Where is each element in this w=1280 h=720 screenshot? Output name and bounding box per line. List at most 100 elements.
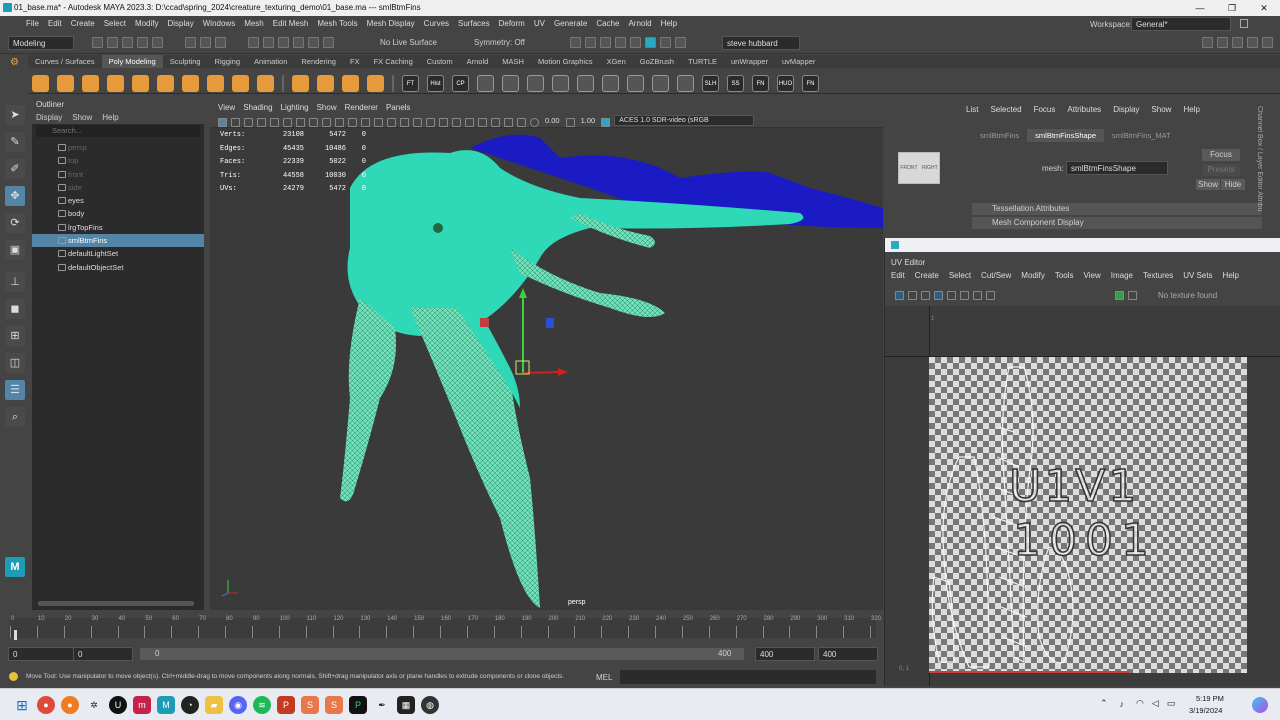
menu-create[interactable]: Create bbox=[71, 16, 95, 32]
vp-menu-panels[interactable]: Panels bbox=[386, 102, 410, 113]
lasso-tool-icon[interactable]: ✎ bbox=[5, 132, 25, 152]
select-tool-icon[interactable]: ➤ bbox=[5, 105, 25, 125]
bookmark-icon[interactable] bbox=[244, 117, 253, 127]
shelf-huo-icon[interactable]: HUO bbox=[777, 74, 794, 92]
range-start-field-2[interactable]: 0 bbox=[73, 647, 133, 661]
attr-tab-smlbtmfinsshape[interactable]: smlBtmFinsShape bbox=[1027, 128, 1105, 142]
windows-start-icon[interactable]: ⊞ bbox=[13, 696, 31, 714]
shelf-tab-gozbrush[interactable]: GoZBrush bbox=[633, 55, 681, 68]
presets-button[interactable]: Presets bbox=[1202, 164, 1240, 176]
uv-shade-icon[interactable] bbox=[947, 291, 956, 300]
maximize-button[interactable]: ❐ bbox=[1216, 0, 1248, 16]
play-icon[interactable] bbox=[660, 37, 671, 48]
shelf-tab-poly-modeling[interactable]: Poly Modeling bbox=[101, 55, 163, 68]
perspective-viewport[interactable]: View Shading Lighting Show Renderer Pane… bbox=[210, 102, 940, 610]
menu-edit-mesh[interactable]: Edit Mesh bbox=[273, 16, 309, 32]
file-explorer-icon[interactable]: ▰ bbox=[205, 696, 223, 714]
uv-menu-uv-sets[interactable]: UV Sets bbox=[1183, 271, 1212, 280]
shelf-fn-icon[interactable]: FN bbox=[752, 74, 769, 92]
search-icon[interactable]: ⌕ bbox=[5, 407, 25, 427]
bottom-fin-2[interactable] bbox=[410, 308, 540, 608]
last-tool-icon[interactable]: ⊥ bbox=[5, 272, 25, 292]
anti-alias-icon[interactable] bbox=[478, 117, 487, 127]
substance-sampler-icon[interactable]: S bbox=[325, 696, 343, 714]
outliner-item-defaultobjectset[interactable]: defaultObjectSet bbox=[32, 261, 204, 274]
shelf-tool-icon[interactable] bbox=[527, 74, 544, 92]
symmetry-label[interactable]: Symmetry: Off bbox=[474, 38, 525, 47]
focus-button[interactable]: Focus bbox=[1202, 149, 1240, 161]
menu-mesh-tools[interactable]: Mesh Tools bbox=[317, 16, 357, 32]
camera-attrs-icon[interactable] bbox=[231, 117, 240, 127]
shelf-cp-icon[interactable]: CP bbox=[452, 74, 469, 92]
redo-icon[interactable] bbox=[152, 37, 163, 48]
uv-menu-edit[interactable]: Edit bbox=[891, 271, 905, 280]
shadows-icon[interactable] bbox=[439, 117, 448, 127]
uv-texture-icon[interactable] bbox=[1115, 291, 1124, 300]
paint-select-icon[interactable]: ✐ bbox=[5, 159, 25, 179]
uv-menu-image[interactable]: Image bbox=[1111, 271, 1133, 280]
creature-model[interactable]: persp bbox=[210, 128, 883, 610]
menu-modify[interactable]: Modify bbox=[135, 16, 159, 32]
cb-menu-focus[interactable]: Focus bbox=[1034, 102, 1056, 118]
cb-menu-attributes[interactable]: Attributes bbox=[1067, 102, 1101, 118]
shelf-tab-curves-surfaces[interactable]: Curves / Surfaces bbox=[28, 55, 102, 68]
outliner-item-smlbtmfins[interactable]: smlBtmFins bbox=[32, 234, 204, 248]
ambient-occlusion-icon[interactable] bbox=[452, 117, 461, 127]
colorspace-dropdown[interactable]: ACES 1.0 SDR-video (sRGB bbox=[614, 115, 755, 126]
cb-menu-list[interactable]: List bbox=[966, 102, 978, 118]
bottom-fin-1[interactable] bbox=[340, 298, 396, 502]
menu-curves[interactable]: Curves bbox=[424, 16, 449, 32]
range-end-field[interactable]: 400 bbox=[755, 647, 815, 661]
view-cube-face[interactable]: FRONT RIGHT bbox=[898, 152, 940, 184]
menu-select[interactable]: Select bbox=[104, 16, 126, 32]
shelf-tab-motion-graphics[interactable]: Motion Graphics bbox=[531, 55, 600, 68]
shelf-tool-icon[interactable] bbox=[602, 74, 619, 92]
shelf-cube-icon[interactable] bbox=[57, 74, 74, 92]
snap-curve-icon[interactable] bbox=[263, 37, 274, 48]
textured-icon[interactable] bbox=[413, 117, 422, 127]
xray-joints-icon[interactable] bbox=[517, 117, 526, 127]
uv-image-icon[interactable] bbox=[908, 291, 917, 300]
shelf-tab-fx-caching[interactable]: FX Caching bbox=[367, 55, 420, 68]
shelf-sphere-icon[interactable] bbox=[32, 74, 49, 92]
make-live-icon[interactable] bbox=[323, 37, 334, 48]
outliner-menu-help[interactable]: Help bbox=[102, 111, 118, 124]
shelf-combine-icon[interactable] bbox=[292, 74, 309, 92]
current-frame-marker[interactable] bbox=[14, 630, 17, 640]
render-view-icon[interactable] bbox=[570, 37, 581, 48]
shelf-tab-rendering[interactable]: Rendering bbox=[294, 55, 343, 68]
shelf-smooth-icon[interactable] bbox=[342, 74, 359, 92]
wireframe-on-shaded-icon[interactable] bbox=[400, 117, 409, 127]
menu-mesh-display[interactable]: Mesh Display bbox=[367, 16, 415, 32]
cb-menu-selected[interactable]: Selected bbox=[990, 102, 1021, 118]
gate-mask-icon[interactable] bbox=[309, 117, 318, 127]
shelf-tab-uvmapper[interactable]: uvMapper bbox=[775, 55, 822, 68]
shelf-tab-animation[interactable]: Animation bbox=[247, 55, 294, 68]
substance-painter-icon[interactable]: P bbox=[277, 696, 295, 714]
menu-deform[interactable]: Deform bbox=[499, 16, 525, 32]
snipping-tool-icon[interactable]: ✲ bbox=[85, 696, 103, 714]
tray-chevron-icon[interactable]: ⌃ bbox=[1100, 698, 1108, 709]
move-tool-icon[interactable]: ✥ bbox=[5, 186, 25, 206]
cb-menu-display[interactable]: Display bbox=[1113, 102, 1139, 118]
shelf-disc-icon[interactable] bbox=[182, 74, 199, 92]
section-mesh-component-display[interactable]: Mesh Component Display bbox=[972, 217, 1262, 229]
vp-menu-view[interactable]: View bbox=[218, 102, 235, 113]
safe-action-icon[interactable] bbox=[335, 117, 344, 127]
discord-icon[interactable]: ◉ bbox=[229, 696, 247, 714]
shelf-tab-arnold[interactable]: Arnold bbox=[460, 55, 496, 68]
menu-windows[interactable]: Windows bbox=[203, 16, 235, 32]
outliner-toggle-icon[interactable] bbox=[1262, 37, 1273, 48]
menu-generate[interactable]: Generate bbox=[554, 16, 587, 32]
shelf-tab-unwrapper[interactable]: unWrapper bbox=[724, 55, 775, 68]
cb-menu-help[interactable]: Help bbox=[1183, 102, 1199, 118]
chrome-icon[interactable]: ● bbox=[37, 696, 55, 714]
shelf-platonic-icon[interactable] bbox=[207, 74, 224, 92]
shelf-bridge-icon[interactable] bbox=[367, 74, 384, 92]
vp-menu-show[interactable]: Show bbox=[317, 102, 337, 113]
safe-title-icon[interactable] bbox=[348, 117, 357, 127]
shelf-hist-icon[interactable]: Hist bbox=[427, 74, 444, 92]
save-scene-icon[interactable] bbox=[122, 37, 133, 48]
outliner-horizontal-scrollbar[interactable] bbox=[38, 601, 194, 606]
channel-box-icon[interactable] bbox=[1247, 37, 1258, 48]
